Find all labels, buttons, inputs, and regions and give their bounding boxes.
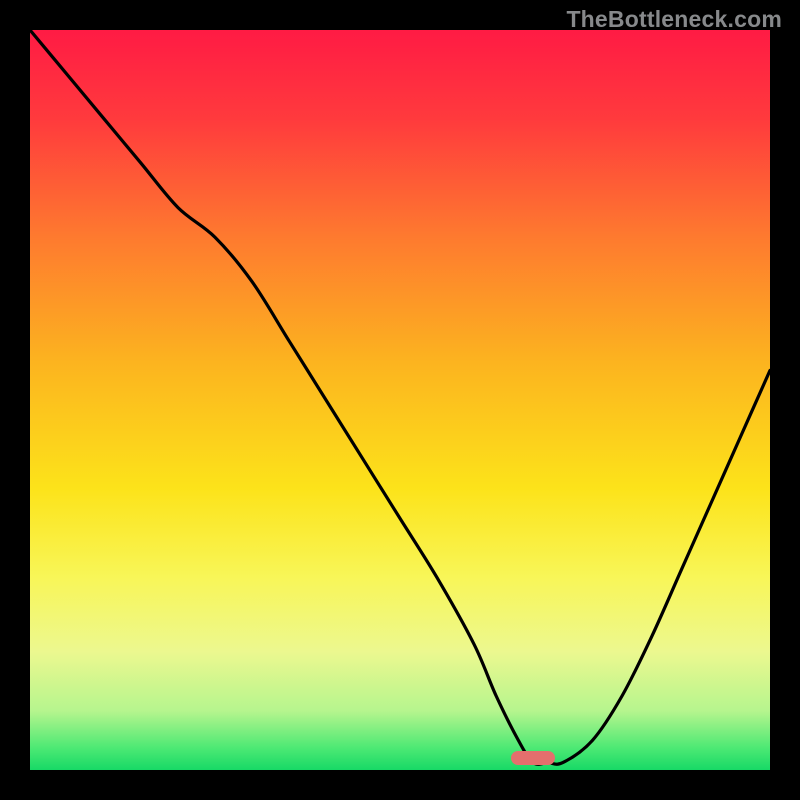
- chart-frame: TheBottleneck.com: [0, 0, 800, 800]
- optimal-point-marker: [511, 751, 555, 765]
- heat-gradient-background: [30, 30, 770, 770]
- watermark-text: TheBottleneck.com: [566, 6, 782, 33]
- plot-area: [30, 30, 770, 770]
